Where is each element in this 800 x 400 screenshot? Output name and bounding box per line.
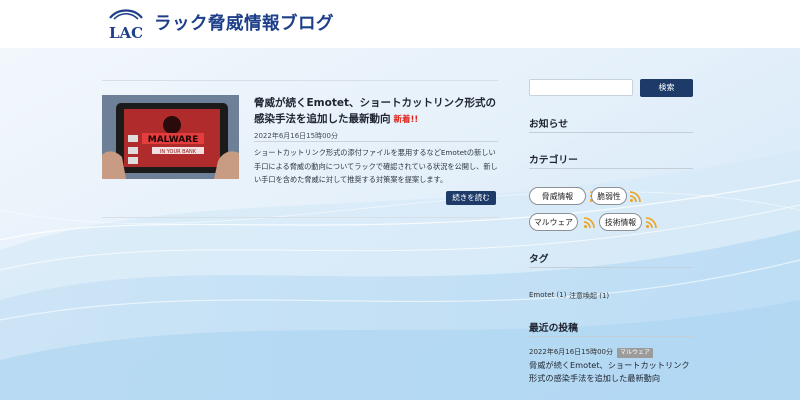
- recent-post-date: 2022年6月16日15時00分: [529, 348, 613, 356]
- tags-underline: [529, 267, 693, 268]
- recent-post-title[interactable]: 脅威が続くEmotet、ショートカットリンク形式の感染手法を追加した最新動向: [529, 359, 694, 385]
- category-heading: カテゴリー: [529, 155, 578, 166]
- thumb-malware-text: MALWARE: [148, 135, 199, 145]
- notice-heading: お知らせ: [529, 119, 568, 130]
- post-excerpt: ショートカットリンク形式の添付ファイルを悪用するなどEmotetの新しい手口によ…: [254, 148, 498, 184]
- notice-underline: [529, 132, 693, 133]
- search-button[interactable]: 検索: [640, 79, 693, 97]
- category-vulnerability[interactable]: 脆弱性: [591, 187, 627, 205]
- category-threat-info[interactable]: 脅威情報: [529, 187, 586, 205]
- logo-text: LAC: [109, 24, 143, 42]
- tags-heading: タグ: [529, 254, 549, 265]
- recent-heading: 最近の投稿: [529, 323, 578, 334]
- post-title[interactable]: 脅威が続くEmotet、ショートカットリンク形式の感染手法を追加した最新動向 新着…: [254, 95, 499, 128]
- site-header: LAC ラック脅威情報ブログ: [0, 0, 800, 48]
- rss-icon[interactable]: [584, 217, 595, 228]
- post-date-divider: [254, 141, 498, 142]
- thumb-sub-text: IN YOUR BANK: [160, 149, 197, 155]
- content-top-divider: [102, 80, 498, 81]
- tag-alert[interactable]: 注意喚起 (1): [569, 291, 609, 301]
- rss-icon[interactable]: [630, 191, 641, 202]
- site-title[interactable]: ラック脅威情報ブログ: [154, 10, 334, 35]
- new-badge: 新着!!: [393, 115, 419, 125]
- rss-icon[interactable]: [646, 217, 657, 228]
- content-bottom-divider: [102, 217, 498, 218]
- recent-post-meta: 2022年6月16日15時00分 マルウェア: [529, 347, 654, 358]
- post-title-text[interactable]: 脅威が続くEmotet、ショートカットリンク形式の感染手法を追加した最新動向: [254, 97, 496, 125]
- search-input[interactable]: [529, 79, 633, 96]
- background-waves: [0, 0, 800, 400]
- recent-post-category[interactable]: マルウェア: [617, 348, 654, 358]
- lac-logo[interactable]: LAC: [104, 6, 148, 42]
- recent-underline: [529, 336, 693, 337]
- tag-emotet[interactable]: Emotet (1): [529, 291, 566, 299]
- read-more-button[interactable]: 続きを読む: [446, 191, 496, 205]
- category-tech-info[interactable]: 技術情報: [599, 213, 642, 231]
- post-thumbnail[interactable]: MALWARE IN YOUR BANK: [102, 95, 239, 179]
- post-date: 2022年6月16日15時00分: [254, 132, 338, 140]
- category-malware[interactable]: マルウェア: [529, 213, 578, 231]
- category-underline: [529, 168, 693, 169]
